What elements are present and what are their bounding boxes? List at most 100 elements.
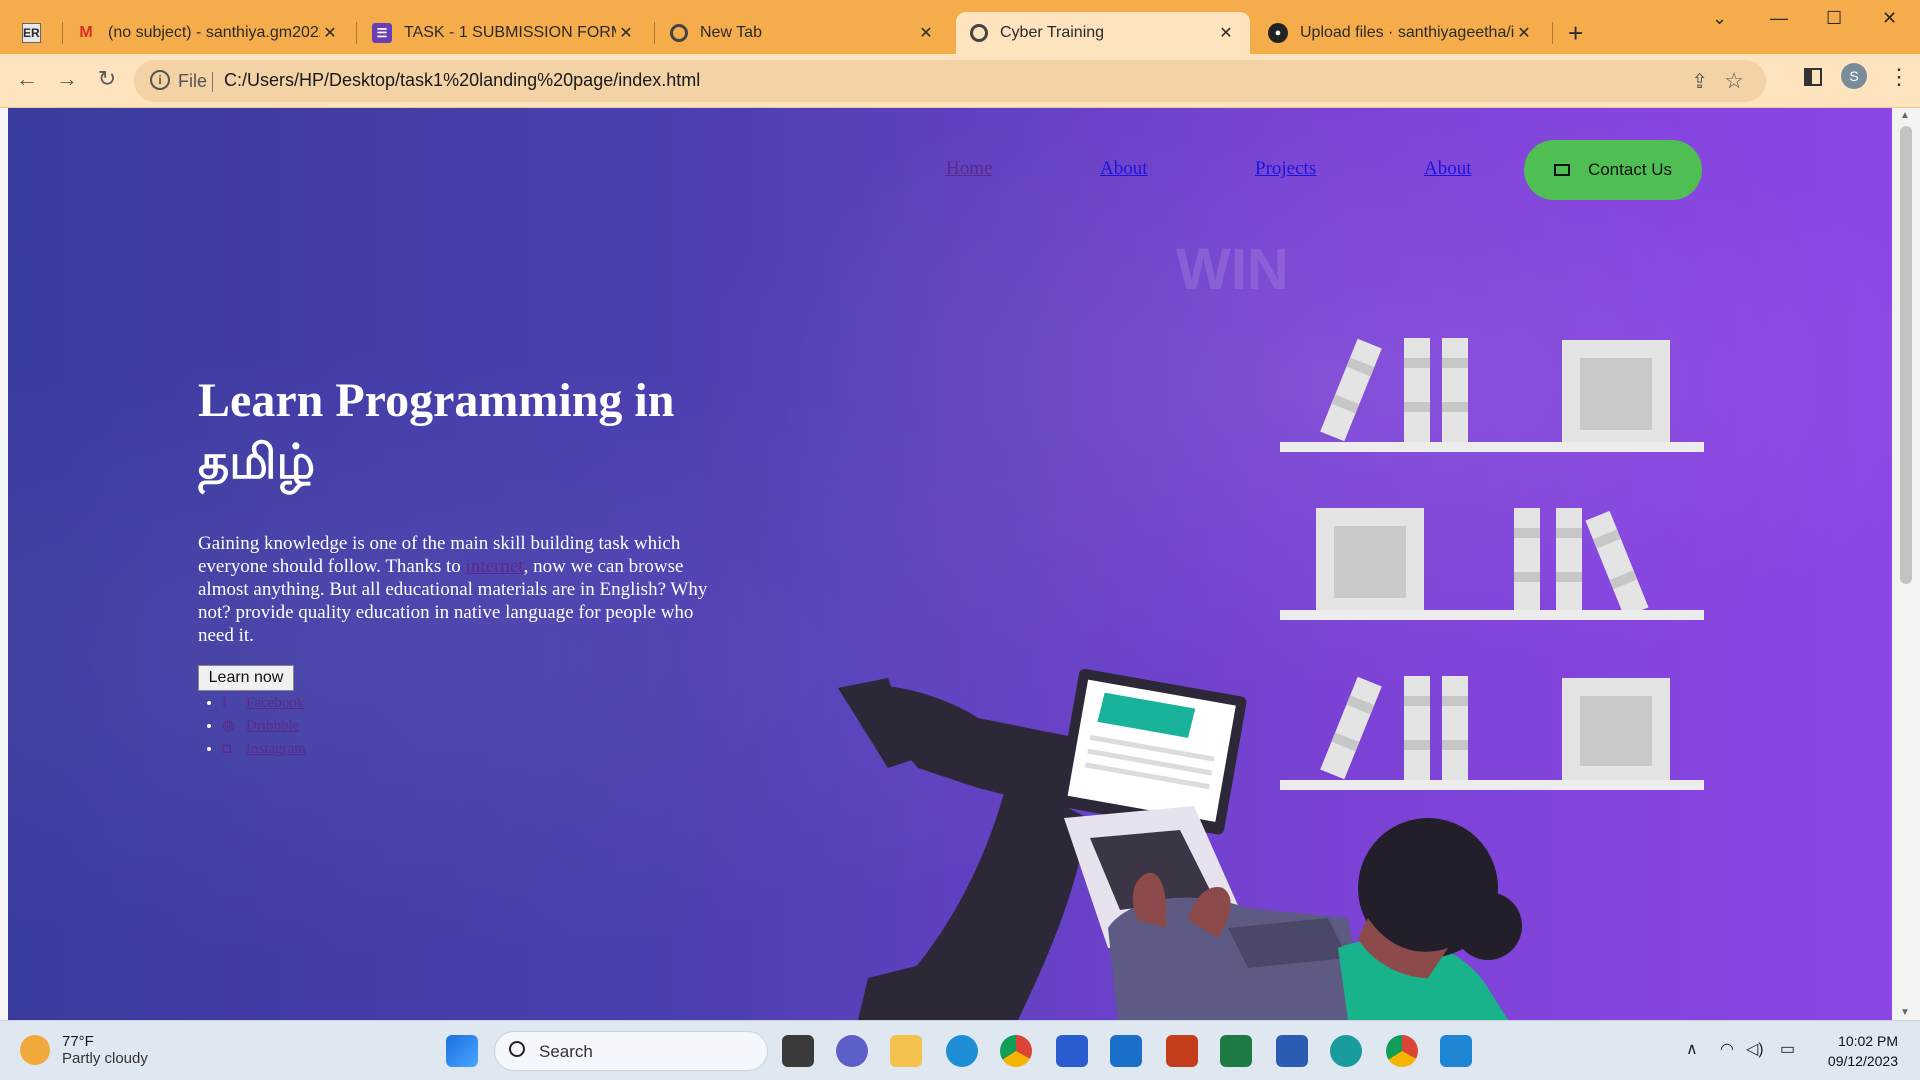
- close-icon[interactable]: ✕: [616, 23, 636, 43]
- tab-separator: [654, 22, 655, 44]
- contact-us-button[interactable]: Contact Us: [1524, 140, 1702, 200]
- close-icon[interactable]: ✕: [1514, 23, 1534, 43]
- contact-us-label: Contact Us: [1587, 160, 1673, 179]
- tab-title: (no subject) - santhiya.gm2022e: [108, 24, 320, 41]
- tab-er[interactable]: ER: [8, 12, 60, 54]
- person-laptop-illustration: [838, 668, 1522, 1020]
- tab-title: TASK - 1 SUBMISSION FORM: [404, 24, 616, 41]
- tab-title: Upload files · santhiyageetha/int: [1300, 24, 1514, 41]
- tab-separator: [1552, 22, 1553, 44]
- facebook-icon: f: [222, 695, 227, 711]
- forward-icon[interactable]: →: [52, 66, 82, 92]
- store-icon[interactable]: [1056, 1035, 1088, 1067]
- landing-page: WIN Home About Projects About Contact Us…: [8, 108, 1892, 1020]
- taskbar-search[interactable]: Search: [494, 1031, 768, 1071]
- system-clock[interactable]: 10:02 PM 09/12/2023: [1828, 1031, 1898, 1071]
- chrome-profile-icon[interactable]: [1386, 1035, 1418, 1067]
- new-tab-button[interactable]: +: [1568, 18, 1583, 49]
- instagram-icon: ◘: [222, 741, 232, 757]
- internet-link[interactable]: internet: [466, 556, 524, 577]
- book: [1514, 508, 1540, 616]
- back-icon[interactable]: ←: [12, 66, 42, 92]
- nav-about-2[interactable]: About: [1424, 158, 1472, 180]
- gmail-icon: M: [79, 24, 93, 41]
- tab-title: Cyber Training: [1000, 24, 1105, 41]
- hero-description: Gaining knowledge is one of the main ski…: [198, 532, 718, 647]
- vscode-icon[interactable]: [1440, 1035, 1472, 1067]
- nav-about[interactable]: About: [1100, 158, 1148, 180]
- book: [1442, 338, 1468, 448]
- learn-now-button[interactable]: Learn now: [198, 665, 294, 691]
- nav-home[interactable]: Home: [946, 158, 992, 180]
- browser-toolbar: ← → ↻ i File C:/Users/HP/Desktop/task1%2…: [0, 54, 1920, 108]
- windows-taskbar: 77°F Partly cloudy Search ∧ ◠ ◁) ▭ 10:02…: [0, 1020, 1920, 1080]
- word-icon[interactable]: [1276, 1035, 1308, 1067]
- battery-icon[interactable]: ▭: [1780, 1039, 1795, 1059]
- search-label: Search: [539, 1042, 593, 1061]
- clock-time: 10:02 PM: [1838, 1033, 1898, 1049]
- weather-temperature: 77°F: [62, 1033, 94, 1050]
- weather-widget[interactable]: 77°F Partly cloudy: [20, 1033, 148, 1067]
- url-scheme: File: [178, 71, 208, 91]
- task-view-icon[interactable]: [782, 1035, 814, 1067]
- wifi-icon[interactable]: ◠: [1720, 1039, 1734, 1059]
- close-icon[interactable]: ✕: [320, 23, 340, 43]
- menu-kebab-icon[interactable]: ⋮: [1888, 64, 1910, 90]
- bookmark-star-icon[interactable]: ☆: [1724, 68, 1744, 94]
- window-close-icon[interactable]: ✕: [1882, 8, 1897, 29]
- volume-icon[interactable]: ◁): [1746, 1039, 1764, 1059]
- dribbble-icon: ◍: [222, 718, 236, 734]
- reload-icon[interactable]: ↻: [92, 66, 122, 92]
- hidden-icons-chevron-icon[interactable]: ∧: [1686, 1039, 1698, 1059]
- book: [1556, 508, 1582, 616]
- close-icon[interactable]: ✕: [1216, 23, 1236, 43]
- share-icon[interactable]: ⇪: [1691, 69, 1708, 94]
- tab-gmail[interactable]: M (no subject) - santhiya.gm2022e ✕: [62, 12, 354, 54]
- tab-bar: ER M (no subject) - santhiya.gm2022e ✕ ☰…: [0, 0, 1920, 54]
- file-explorer-icon[interactable]: [890, 1035, 922, 1067]
- tab-cyber-training[interactable]: Cyber Training ✕: [956, 12, 1250, 54]
- windows-start-icon[interactable]: [446, 1035, 478, 1067]
- edge-icon[interactable]: [946, 1035, 978, 1067]
- address-bar[interactable]: i File C:/Users/HP/Desktop/task1%20landi…: [134, 60, 1766, 102]
- chrome-icon: [670, 24, 688, 42]
- tab-new-tab[interactable]: New Tab ✕: [656, 12, 950, 54]
- er-icon: ER: [22, 23, 41, 43]
- social-item-facebook[interactable]: f Facebook: [222, 692, 306, 715]
- search-icon: [509, 1041, 525, 1057]
- tab-github[interactable]: ● Upload files · santhiyageetha/int ✕: [1254, 12, 1548, 54]
- divider: [212, 72, 213, 92]
- chrome-taskbar-icon[interactable]: [1000, 1035, 1032, 1067]
- nav-projects[interactable]: Projects: [1255, 158, 1316, 180]
- minimize-icon[interactable]: —: [1770, 8, 1788, 29]
- excel-icon[interactable]: [1220, 1035, 1252, 1067]
- social-item-dribbble[interactable]: ◍ Dribbble: [222, 715, 306, 738]
- close-icon[interactable]: ✕: [916, 23, 936, 43]
- social-label[interactable]: Facebook: [246, 695, 304, 711]
- scrollbar-thumb[interactable]: [1900, 126, 1912, 584]
- social-label[interactable]: Instagram: [246, 741, 306, 757]
- weather-condition: Partly cloudy: [62, 1050, 148, 1067]
- side-panel-icon[interactable]: [1804, 68, 1822, 86]
- page-scrollbar[interactable]: ▲ ▼: [1892, 108, 1920, 1020]
- form-icon: ☰: [372, 23, 392, 43]
- profile-avatar[interactable]: S: [1841, 63, 1867, 89]
- social-item-instagram[interactable]: ◘ Instagram: [222, 738, 306, 761]
- tab-separator: [356, 22, 357, 44]
- info-icon[interactable]: i: [150, 70, 170, 90]
- url-text[interactable]: C:/Users/HP/Desktop/task1%20landing%20pa…: [224, 70, 700, 91]
- powerpoint-icon[interactable]: [1166, 1035, 1198, 1067]
- picture-frame: [1562, 340, 1670, 448]
- tab-search-icon[interactable]: ⌄: [1712, 8, 1727, 29]
- teams-chat-icon[interactable]: [836, 1035, 868, 1067]
- background-sign-text: WIN: [1176, 237, 1289, 302]
- scroll-up-icon[interactable]: ▲: [1900, 110, 1910, 121]
- maximize-icon[interactable]: ☐: [1826, 8, 1842, 29]
- tab-submission-form[interactable]: ☰ TASK - 1 SUBMISSION FORM ✕: [358, 12, 650, 54]
- clock-date: 09/12/2023: [1827, 1053, 1898, 1069]
- mail-app-icon[interactable]: [1110, 1035, 1142, 1067]
- arduino-icon[interactable]: [1330, 1035, 1362, 1067]
- github-icon: ●: [1268, 23, 1288, 43]
- social-label[interactable]: Dribbble: [246, 718, 299, 734]
- scroll-down-icon[interactable]: ▼: [1900, 1007, 1910, 1018]
